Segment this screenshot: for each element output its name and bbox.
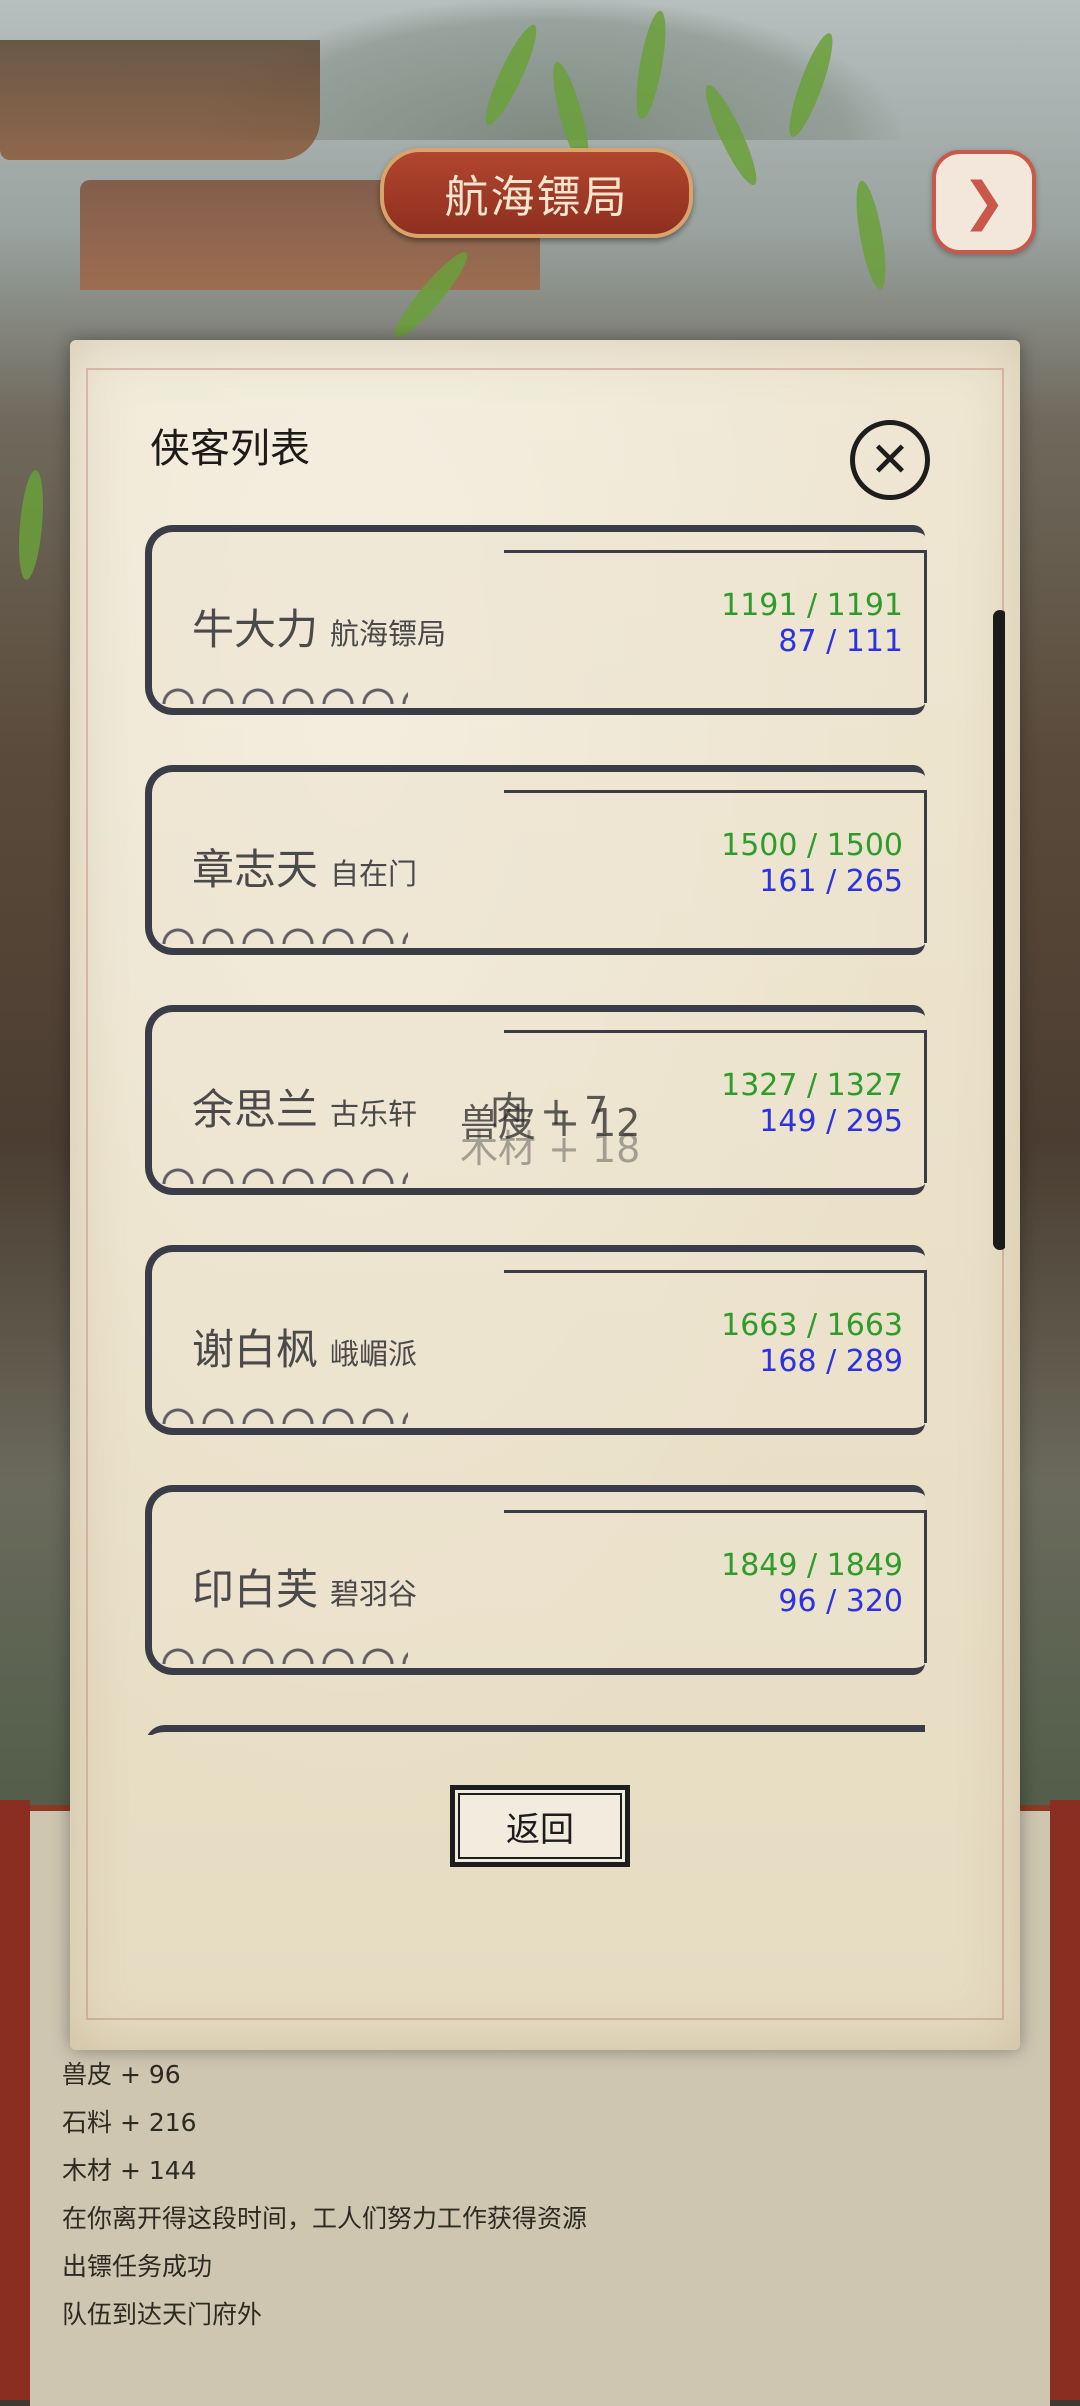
wave-ornament	[158, 904, 408, 944]
list-scrollbar[interactable]	[993, 610, 1005, 1250]
hero-list-dialog: 侠客列表 ✕ 牛大力 航海镖局 1191 / 1191 87 / 111 章志天自…	[70, 340, 1020, 2050]
dialog-title: 侠客列表	[150, 426, 310, 472]
log-line: 石料 + 216	[62, 2108, 197, 2137]
hero-mp: 149 / 295	[759, 1104, 903, 1139]
hero-sect: 峨嵋派	[330, 1337, 418, 1371]
hero-sect: 自在门	[330, 857, 418, 891]
hero-name-row: 余思兰 古乐轩	[192, 1076, 417, 1137]
next-location-button[interactable]: ❯	[932, 150, 1036, 254]
hero-name: 谢白枫	[192, 1325, 319, 1374]
location-title: 航海镖局	[444, 172, 629, 223]
location-title-banner: 航海镖局	[380, 148, 693, 238]
hero-name-row: 牛大力 航海镖局	[192, 596, 446, 657]
hero-card[interactable]: 印白芙 碧羽谷 1849 / 1849 96 / 320	[145, 1485, 927, 1675]
resource-popup: 木材 + 18	[460, 1127, 641, 1171]
hero-name: 印白芙	[192, 1565, 319, 1614]
back-button[interactable]: 返回	[450, 1785, 630, 1867]
right-pillar	[1050, 1800, 1080, 2400]
log-line: 在你离开得这段时间，工人们努力工作获得资源	[62, 2204, 588, 2233]
hero-hp: 1191 / 1191	[721, 588, 903, 623]
hero-card-partial	[145, 1725, 925, 1735]
wave-ornament	[158, 1144, 408, 1184]
hero-hp: 1849 / 1849	[721, 1548, 903, 1583]
hero-sect: 碧羽谷	[330, 1577, 418, 1611]
log-line: 出镖任务成功	[62, 2252, 213, 2281]
wave-ornament	[158, 1624, 408, 1664]
hero-hp: 1663 / 1663	[721, 1308, 903, 1343]
event-log: 兽皮 + 96 石料 + 216 木材 + 144 在你离开得这段时间，工人们努…	[62, 2051, 587, 2339]
log-line: 兽皮 + 96	[62, 2060, 181, 2089]
back-button-label: 返回	[506, 1809, 574, 1850]
willow-leaf	[850, 178, 892, 292]
hero-mp: 161 / 265	[759, 864, 903, 899]
close-button[interactable]: ✕	[850, 420, 930, 500]
hero-sect: 古乐轩	[330, 1097, 418, 1131]
willow-leaf	[15, 469, 47, 581]
hero-name: 余思兰	[192, 1085, 319, 1134]
hero-hp: 1500 / 1500	[721, 828, 903, 863]
hero-name-row: 章志天 自在门	[192, 836, 417, 897]
hero-mp: 168 / 289	[759, 1344, 903, 1379]
log-line: 木材 + 144	[62, 2156, 197, 2185]
left-pillar	[0, 1800, 30, 2400]
hero-hp: 1327 / 1327	[721, 1068, 903, 1103]
hero-name: 章志天	[192, 845, 319, 894]
log-line: 队伍到达天门府外	[62, 2300, 263, 2329]
hero-card[interactable]: 章志天 自在门 1500 / 1500 161 / 265	[145, 765, 927, 955]
hero-name-row: 印白芙 碧羽谷	[192, 1556, 417, 1617]
hero-mp: 87 / 111	[778, 624, 903, 659]
hero-sect: 航海镖局	[330, 617, 447, 651]
wave-ornament	[158, 1384, 408, 1424]
hero-mp: 96 / 320	[778, 1584, 903, 1619]
pagoda-roof	[0, 40, 320, 160]
hero-card[interactable]: 谢白枫 峨嵋派 1663 / 1663 168 / 289	[145, 1245, 927, 1435]
hero-name: 牛大力	[192, 605, 319, 654]
hero-card[interactable]: 牛大力 航海镖局 1191 / 1191 87 / 111	[145, 525, 927, 715]
wave-ornament	[158, 664, 408, 704]
close-icon: ✕	[869, 432, 911, 488]
hero-name-row: 谢白枫 峨嵋派	[192, 1316, 417, 1377]
arrow-right-icon: ❯	[962, 172, 1006, 232]
